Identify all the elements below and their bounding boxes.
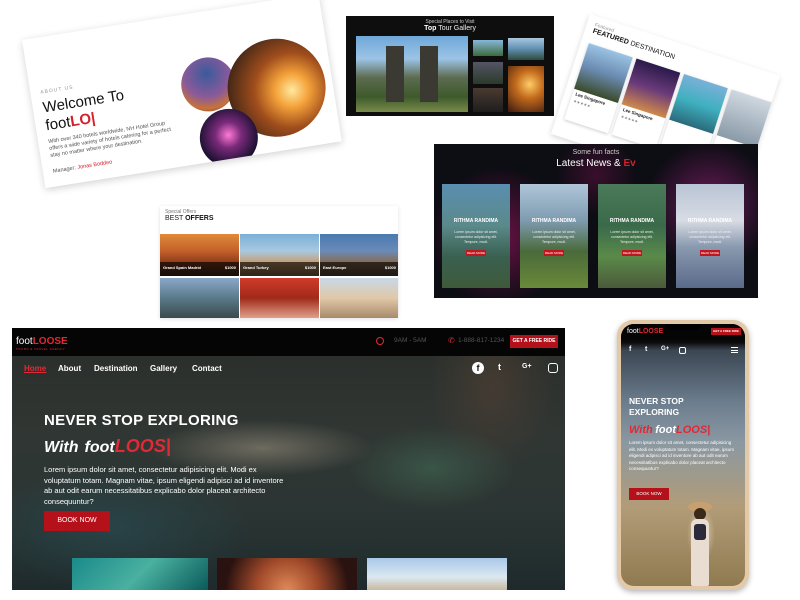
mobile-brand-line: With footLOOS|: [629, 424, 711, 436]
offer-card[interactable]: [320, 278, 398, 318]
news-card-desc: Lorem ipsum dolor sit amet, consectetur …: [454, 230, 498, 244]
mobile-google-plus-icon[interactable]: G+: [661, 346, 669, 352]
nav-contact[interactable]: Contact: [192, 364, 222, 373]
phone-number[interactable]: 1-888-817-1234: [458, 337, 504, 344]
hero-description: Lorem ipsum dolor sit amet, consectetur …: [44, 465, 284, 506]
mobile-book-now-button[interactable]: BOOK NOW: [629, 488, 669, 500]
nav-gallery[interactable]: Gallery: [150, 364, 177, 373]
news-card[interactable]: RITHMA RANDIMA Lorem ipsum dolor sit ame…: [598, 184, 666, 288]
nav-destination[interactable]: Destination: [94, 364, 138, 373]
notch: [665, 324, 701, 330]
desktop-hero-preview: footLOOSE TOURS & TRAVEL AGENCY 9AM - 5A…: [12, 328, 565, 590]
thumbnail-1: [72, 558, 208, 590]
news-card-title: RITHMA RANDIMA: [531, 218, 577, 224]
offers-section-preview: Special Offers BEST OFFERS Grand Spain M…: [160, 206, 398, 318]
mobile-screen: footLOOSE GET A FREE RIDE f t G+ NEVER S…: [621, 324, 745, 586]
instagram-icon[interactable]: [548, 363, 558, 373]
news-card[interactable]: RITHMA RANDIMA Lorem ipsum dolor sit ame…: [676, 184, 744, 288]
offer-name: Grand Spain Madrid: [163, 265, 202, 270]
mobile-free-ride-button[interactable]: GET A FREE RIDE: [711, 328, 741, 335]
about-manager: Manager: Jonas Boddeo: [52, 159, 113, 175]
gallery-photo-3: [508, 38, 544, 60]
offer-price: $1000: [224, 265, 236, 270]
offer-card[interactable]: East Europe $1000: [320, 234, 398, 276]
clock-icon: [376, 337, 384, 345]
read-more-button[interactable]: READ MORE: [622, 250, 642, 256]
free-ride-button[interactable]: GET A FREE RIDE: [510, 335, 558, 348]
mobile-headline: NEVER STOP EXPLORING: [629, 396, 684, 417]
read-more-button[interactable]: READ MORE: [466, 250, 486, 256]
read-more-button[interactable]: READ MORE: [700, 250, 720, 256]
mobile-description: Lorem ipsum dolor sit amet, consectetur …: [629, 440, 735, 471]
news-card-desc: Lorem ipsum dolor sit amet, consectetur …: [688, 230, 732, 244]
book-now-button[interactable]: BOOK NOW: [44, 511, 110, 531]
news-card-desc: Lorem ipsum dolor sit amet, consectetur …: [610, 230, 654, 244]
news-card-title: RITHMA RANDIMA: [453, 218, 499, 224]
gallery-photo-2: [473, 40, 503, 56]
offer-card[interactable]: Grand Turkey $1000: [240, 234, 319, 276]
news-title: Latest News & Ev: [556, 158, 636, 169]
twitter-icon[interactable]: t: [498, 362, 501, 372]
news-card[interactable]: RITHMA RANDIMA Lorem ipsum dolor sit ame…: [520, 184, 588, 288]
hours-text: 9AM - 5AM: [394, 337, 427, 344]
nav-home[interactable]: Home: [24, 364, 46, 373]
news-card-title: RITHMA RANDIMA: [609, 218, 655, 224]
gallery-title: Top Tour Gallery: [424, 25, 476, 32]
about-section-preview: ABOUT US Welcome To footLO| With over 34…: [22, 0, 342, 189]
about-label: ABOUT US: [40, 84, 75, 96]
mobile-facebook-icon[interactable]: f: [629, 346, 631, 353]
mobile-instagram-icon[interactable]: [679, 347, 686, 354]
mobile-logo[interactable]: footLOOSE: [627, 328, 663, 335]
thumbnail-2: [217, 558, 357, 590]
gallery-photo-5: [508, 66, 544, 112]
offer-name: Grand Turkey: [243, 265, 269, 270]
nav-about[interactable]: About: [58, 364, 81, 373]
site-logo[interactable]: footLOOSE TOURS & TRAVEL AGENCY: [16, 336, 68, 351]
read-more-button[interactable]: READ MORE: [544, 250, 564, 256]
offer-name: East Europe: [323, 265, 347, 270]
news-card-title: RITHMA RANDIMA: [687, 218, 733, 224]
logo-tagline: TOURS & TRAVEL AGENCY: [16, 347, 66, 351]
mobile-twitter-icon[interactable]: t: [645, 346, 647, 353]
news-card-desc: Lorem ipsum dolor sit amet, consectetur …: [532, 230, 576, 244]
gallery-photo-6: [473, 88, 503, 112]
offer-price: $1000: [304, 265, 316, 270]
traveler-figure: [685, 502, 715, 586]
offer-card[interactable]: [160, 278, 239, 318]
offer-card[interactable]: Grand Spain Madrid $1000: [160, 234, 239, 276]
offers-title: BEST OFFERS: [165, 215, 214, 222]
news-subtitle: Some fun facts: [572, 149, 620, 156]
hero-headline: NEVER STOP EXPLORING: [44, 412, 239, 429]
google-plus-icon[interactable]: G+: [522, 363, 532, 370]
thumbnail-3: [367, 558, 507, 590]
news-card[interactable]: RITHMA RANDIMA Lorem ipsum dolor sit ame…: [442, 184, 510, 288]
offer-price: $1000: [384, 265, 396, 270]
phone-icon: ✆: [448, 336, 455, 345]
hero-brand-line: With footLOOS|: [44, 436, 171, 456]
facebook-icon[interactable]: f: [472, 362, 484, 374]
mobile-preview: footLOOSE GET A FREE RIDE f t G+ NEVER S…: [617, 320, 749, 590]
gallery-photo-gate: [356, 36, 468, 112]
gallery-photo-4: [473, 62, 503, 84]
news-section-preview: Some fun facts Latest News & Ev RITHMA R…: [434, 144, 758, 298]
offer-card[interactable]: [240, 278, 319, 318]
gallery-section-preview: Special Places to Visit Top Tour Gallery: [346, 16, 554, 116]
hamburger-menu-icon[interactable]: [731, 347, 738, 353]
